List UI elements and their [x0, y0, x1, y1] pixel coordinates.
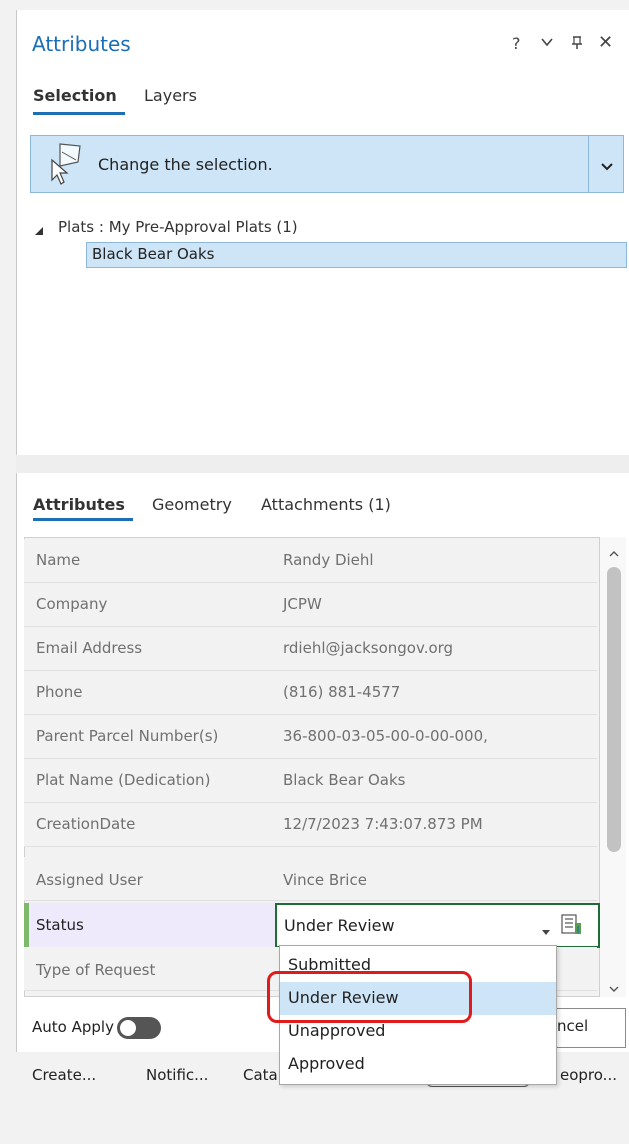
- pin-button[interactable]: [570, 34, 584, 54]
- collapse-triangle-icon[interactable]: [33, 222, 45, 241]
- field-creation-date: CreationDate: [36, 815, 136, 833]
- auto-apply-label: Auto Apply: [32, 1018, 114, 1036]
- scroll-up-icon[interactable]: [609, 543, 619, 562]
- tab-attachments[interactable]: Attachments (1): [261, 495, 391, 514]
- tab-selection-underline: [33, 112, 125, 115]
- pane-title: Attributes: [32, 32, 131, 56]
- tab-selection[interactable]: Selection: [33, 86, 117, 105]
- tab-attributes-underline: [33, 518, 133, 521]
- status-value: Under Review: [284, 916, 395, 935]
- value-email[interactable]: rdiehl@jacksongov.org: [283, 639, 453, 657]
- field-email: Email Address: [36, 639, 143, 657]
- tab-create[interactable]: Create...: [32, 1066, 96, 1084]
- dropdown-arrow-icon[interactable]: [541, 921, 551, 940]
- selection-dropdown-button[interactable]: [588, 135, 624, 193]
- help-button[interactable]: ?: [512, 34, 521, 53]
- selected-feature-label: Black Bear Oaks: [92, 245, 215, 263]
- field-company: Company: [36, 595, 108, 613]
- toggle-knob: [120, 1020, 136, 1036]
- field-plat-name: Plat Name (Dedication): [36, 771, 211, 789]
- value-phone[interactable]: (816) 881-4577: [283, 683, 400, 701]
- option-approved[interactable]: Approved: [280, 1048, 556, 1081]
- scrollbar-thumb[interactable]: [607, 567, 621, 852]
- tab-geoprocessing[interactable]: eopro...: [560, 1066, 617, 1084]
- layer-node[interactable]: Plats : My Pre-Approval Plats (1): [58, 218, 298, 236]
- selection-pointer-icon: [48, 142, 92, 190]
- value-company[interactable]: JCPW: [283, 595, 322, 613]
- attribute-rules-icon[interactable]: [561, 913, 583, 941]
- field-name: Name: [36, 551, 81, 569]
- field-value[interactable]: Randy Diehl: [283, 551, 374, 569]
- cancel-button-label: ncel: [557, 1017, 589, 1035]
- scroll-down-icon[interactable]: [609, 978, 619, 997]
- field-assigned-user: Assigned User: [36, 871, 143, 889]
- tab-catalog[interactable]: Cata: [243, 1066, 278, 1084]
- change-selection-text: Change the selection.: [98, 155, 273, 174]
- close-button[interactable]: ✕: [598, 32, 613, 53]
- field-status: Status: [36, 916, 84, 934]
- field-phone: Phone: [36, 683, 83, 701]
- value-plat-name[interactable]: Black Bear Oaks: [283, 771, 406, 789]
- pane-splitter[interactable]: [16, 455, 629, 473]
- value-assigned-user[interactable]: Vince Brice: [283, 871, 367, 889]
- chevron-down-icon: [600, 157, 614, 176]
- value-parent-parcel[interactable]: 36-800-03-05-00-0-00-000,: [283, 727, 488, 745]
- field-type-of-request: Type of Request: [36, 961, 156, 979]
- field-parent-parcel: Parent Parcel Number(s): [36, 727, 219, 745]
- tab-geometry[interactable]: Geometry: [152, 495, 232, 514]
- tab-layers[interactable]: Layers: [144, 86, 197, 105]
- options-menu-button[interactable]: [540, 34, 554, 53]
- highlight-annotation: [267, 971, 472, 1023]
- tab-attributes[interactable]: Attributes: [33, 495, 125, 514]
- value-creation-date[interactable]: 12/7/2023 7:43:07.873 PM: [283, 815, 483, 833]
- tab-notifications[interactable]: Notific...: [146, 1066, 208, 1084]
